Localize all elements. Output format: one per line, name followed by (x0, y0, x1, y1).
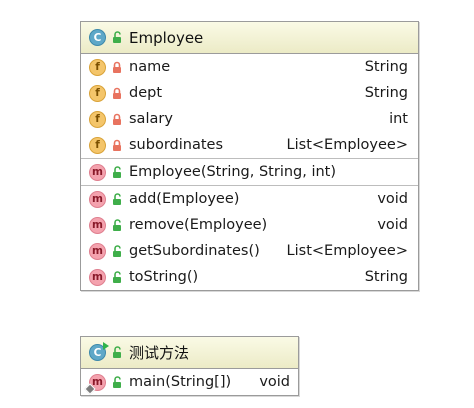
field-type: String (364, 85, 408, 101)
method-signature: add(Employee) (129, 191, 240, 207)
method-return-type: void (259, 374, 290, 390)
field-type: String (364, 59, 408, 75)
field-icon: f (89, 58, 106, 76)
employee-class-header[interactable]: C Employee (81, 22, 418, 54)
public-lock-icon (111, 270, 123, 284)
method-return-type: void (377, 191, 408, 207)
test-class-box[interactable]: C 测试方法 m main(String[]) void (80, 336, 299, 396)
field-row-dept[interactable]: f dept String (81, 80, 418, 106)
runnable-class-icon: C (89, 342, 109, 361)
method-row-add[interactable]: m add(Employee) void (81, 186, 418, 212)
fields-section: f name String f dept String f salary int… (81, 54, 418, 159)
method-row-tostring[interactable]: m toString() String (81, 264, 418, 290)
method-return-type: String (364, 269, 408, 285)
field-name: dept (129, 85, 163, 101)
public-lock-icon (111, 31, 123, 44)
method-signature: getSubordinates() (129, 243, 260, 259)
constructor-signature: Employee(String, String, int) (129, 164, 337, 180)
method-row-main[interactable]: m main(String[]) void (81, 369, 298, 395)
private-lock-icon (111, 87, 123, 100)
static-method-icon: m (84, 373, 106, 395)
test-class-header[interactable]: C 测试方法 (81, 337, 298, 369)
employee-class-name: Employee (129, 28, 204, 47)
method-icon: m (89, 268, 106, 286)
class-icon: C (89, 29, 106, 46)
method-icon: m (89, 242, 106, 260)
private-lock-icon (111, 61, 123, 74)
public-lock-icon (111, 192, 123, 206)
run-arrow-icon (103, 342, 109, 350)
method-icon: m (89, 190, 106, 208)
field-name: salary (129, 111, 173, 127)
field-icon: f (89, 110, 106, 128)
field-row-salary[interactable]: f salary int (81, 106, 418, 132)
method-icon: m (89, 163, 106, 181)
constructor-row[interactable]: m Employee(String, String, int) (81, 159, 418, 185)
field-name: name (129, 59, 171, 75)
public-lock-icon (111, 375, 123, 389)
private-lock-icon (111, 113, 123, 126)
test-class-name: 测试方法 (129, 344, 190, 362)
class-kind-letter: C (93, 346, 102, 359)
method-row-getsubordinates[interactable]: m getSubordinates() List<Employee> (81, 238, 418, 264)
field-icon: f (89, 136, 106, 154)
method-icon: m (89, 216, 106, 234)
method-signature: toString() (129, 269, 199, 285)
method-signature: remove(Employee) (129, 217, 268, 233)
method-return-type: List<Employee> (286, 243, 408, 259)
public-lock-icon (111, 218, 123, 232)
field-row-name[interactable]: f name String (81, 54, 418, 80)
method-signature: main(String[]) (129, 374, 232, 390)
method-row-remove[interactable]: m remove(Employee) void (81, 212, 418, 238)
private-lock-icon (111, 139, 123, 152)
field-type: List<Employee> (286, 137, 408, 153)
public-lock-icon (111, 244, 123, 258)
public-lock-icon (111, 346, 123, 359)
field-type: int (389, 111, 408, 127)
method-return-type: void (377, 217, 408, 233)
constructors-section: m Employee(String, String, int) (81, 159, 418, 186)
field-name: subordinates (129, 137, 223, 153)
test-methods-section: m main(String[]) void (81, 369, 298, 395)
public-lock-icon (111, 165, 123, 179)
methods-section: m add(Employee) void m remove(Employee) … (81, 186, 418, 290)
field-icon: f (89, 84, 106, 102)
field-row-subordinates[interactable]: f subordinates List<Employee> (81, 132, 418, 158)
employee-class-box[interactable]: C Employee f name String f dept String f… (80, 21, 419, 291)
